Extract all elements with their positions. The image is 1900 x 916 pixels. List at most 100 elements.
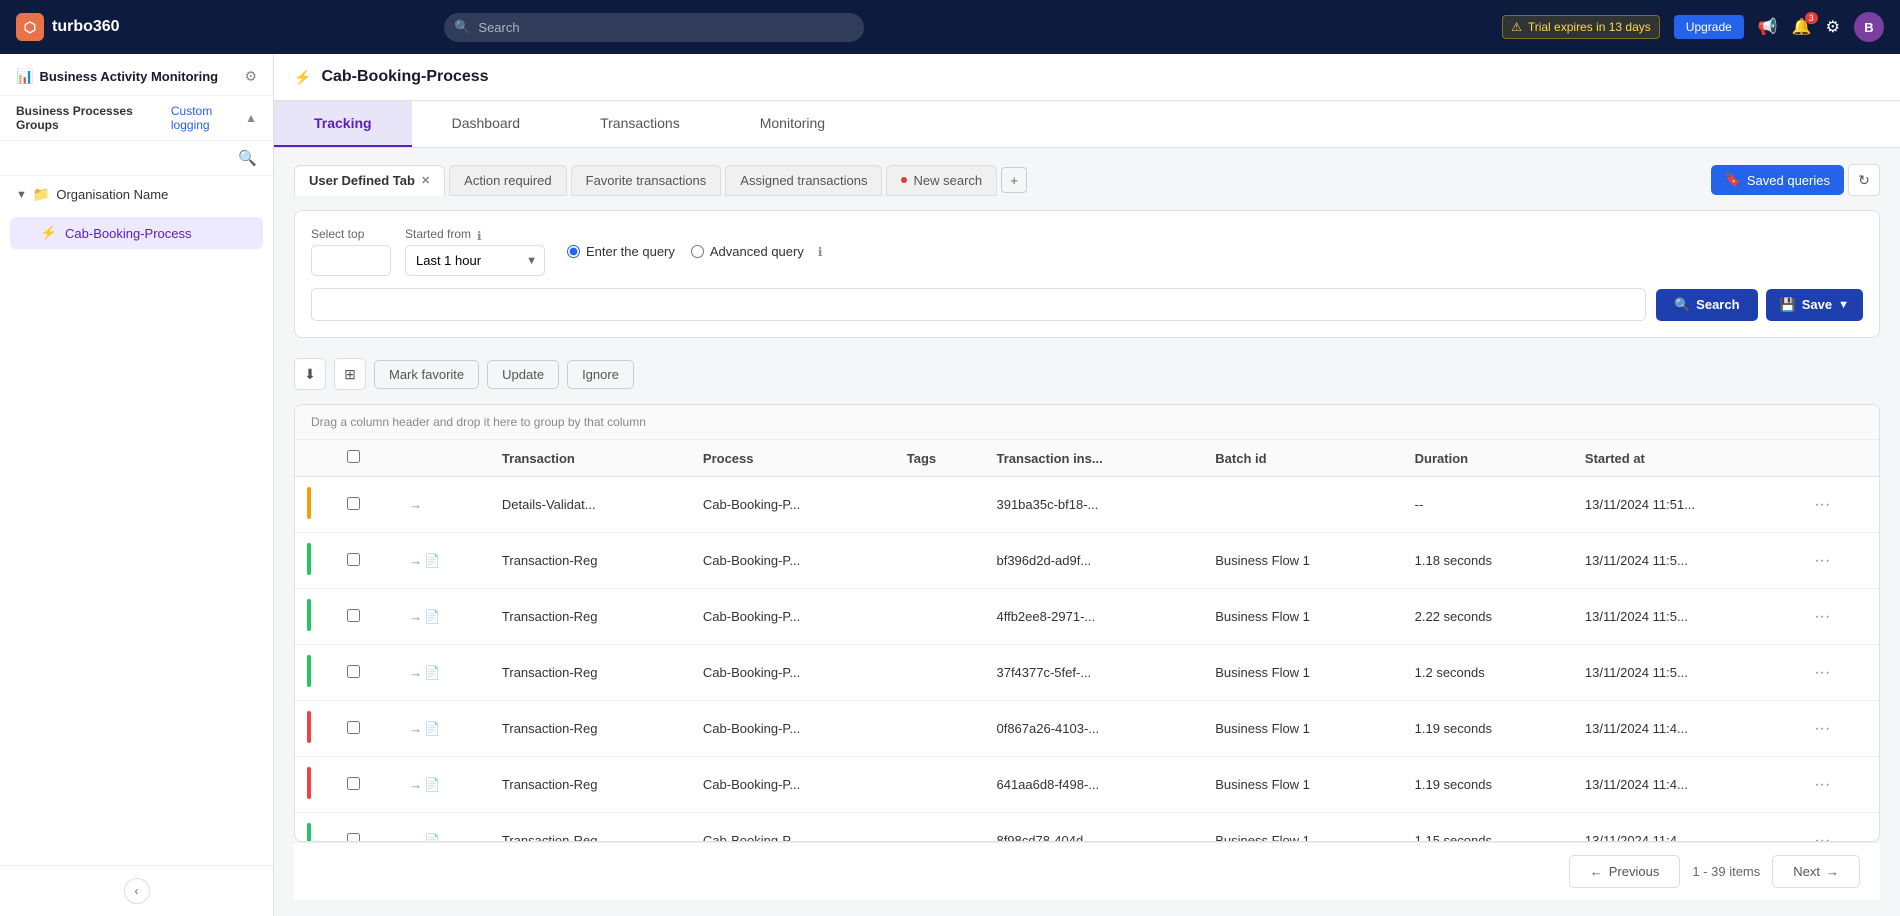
row-ellipsis-button[interactable]: ··· [1810, 776, 1834, 794]
row-ellipsis-button[interactable]: ··· [1810, 832, 1834, 842]
download-icon-button[interactable]: ⬇ [294, 358, 326, 390]
sidebar-collapse-arrow[interactable]: ▲ [245, 111, 257, 125]
refresh-button[interactable]: ↻ [1848, 164, 1880, 196]
qtab-user-defined[interactable]: User Defined Tab ✕ [294, 165, 445, 196]
row-actions-cell: ··· [1798, 701, 1879, 757]
mark-favorite-button[interactable]: Mark favorite [374, 360, 479, 389]
select-top-input[interactable]: 1000 [311, 245, 391, 276]
tab-tracking[interactable]: Tracking [274, 101, 412, 147]
arrow-right-icon[interactable]: → [409, 665, 422, 680]
arrow-right-icon[interactable]: → [409, 721, 422, 736]
notifications-bell-icon[interactable]: 🔔 3 [1792, 17, 1812, 37]
saved-queries-button[interactable]: 🔖 Saved queries [1711, 165, 1844, 195]
arrow-right-icon[interactable]: → [409, 553, 422, 568]
qtab-assigned[interactable]: Assigned transactions [725, 165, 882, 196]
qtab-action-required[interactable]: Action required [449, 165, 566, 196]
arrow-right-icon[interactable]: → [409, 777, 422, 792]
col-transaction-ins[interactable]: Transaction ins... [984, 440, 1203, 477]
doc-icon[interactable]: 📄 [424, 721, 440, 736]
col-process[interactable]: Process [691, 440, 895, 477]
status-cell [295, 701, 335, 757]
advanced-query-radio[interactable] [691, 245, 704, 258]
search-row-top: Select top 1000 Started from ℹ Last 1 ho [311, 227, 1863, 276]
sidebar-org[interactable]: ▼ 📁 Organisation Name [0, 176, 273, 213]
process-icon: ⚡ [41, 225, 57, 241]
row-checkbox[interactable] [347, 609, 360, 622]
col-duration[interactable]: Duration [1403, 440, 1573, 477]
started-at-cell: 13/11/2024 11:4... [1573, 757, 1798, 813]
started-from-group: Started from ℹ Last 1 hour Last 3 hours … [405, 227, 545, 276]
tab-dashboard[interactable]: Dashboard [412, 101, 561, 147]
started-from-select[interactable]: Last 1 hour Last 3 hours Last 6 hours La… [405, 245, 545, 276]
content-area: User Defined Tab ✕ Action required Favor… [274, 148, 1900, 916]
next-button[interactable]: Next → [1772, 855, 1860, 888]
row-checkbox[interactable] [347, 721, 360, 734]
status-cell [295, 757, 335, 813]
row-checkbox[interactable] [347, 497, 360, 510]
query-input[interactable] [311, 288, 1646, 321]
col-started-at[interactable]: Started at [1573, 440, 1798, 477]
table-scroll[interactable]: Transaction Process Tags Transaction ins… [295, 440, 1879, 841]
ignore-button[interactable]: Ignore [567, 360, 634, 389]
settings-gear-icon[interactable]: ⚙ [1826, 17, 1840, 37]
query-info-icon: ℹ [818, 245, 823, 259]
col-tags[interactable]: Tags [895, 440, 985, 477]
batch-id-cell: Business Flow 1 [1203, 757, 1402, 813]
sidebar-title: 📊 Business Activity Monitoring [16, 68, 218, 85]
sidebar-link-groups[interactable]: Business Processes Groups [16, 104, 161, 132]
row-checkbox[interactable] [347, 777, 360, 790]
transaction-cell: Transaction-Reg [490, 813, 691, 842]
doc-icon[interactable]: 📄 [424, 609, 440, 624]
row-checkbox[interactable] [347, 665, 360, 678]
row-ellipsis-button[interactable]: ··· [1810, 720, 1834, 738]
global-search-input[interactable] [444, 13, 864, 42]
qtab-new-search[interactable]: New search [886, 165, 997, 196]
sidebar-collapse-button[interactable]: ‹ [124, 878, 150, 904]
row-checkbox[interactable] [347, 553, 360, 566]
columns-icon-button[interactable]: ⊞ [334, 358, 366, 390]
arrow-right-icon[interactable]: → [409, 497, 422, 512]
doc-icon[interactable]: 📄 [424, 665, 440, 680]
notifications-megaphone-icon[interactable]: 📢 [1758, 17, 1778, 37]
tags-cell [895, 701, 985, 757]
qtab-user-defined-close-icon[interactable]: ✕ [421, 174, 430, 187]
avatar[interactable]: B [1854, 12, 1884, 42]
update-button[interactable]: Update [487, 360, 559, 389]
doc-icon[interactable]: 📄 [424, 553, 440, 568]
col-batch-id[interactable]: Batch id [1203, 440, 1402, 477]
enter-query-radio-label[interactable]: Enter the query [567, 244, 675, 259]
row-ellipsis-button[interactable]: ··· [1810, 608, 1834, 626]
search-icon: 🔍 [454, 19, 470, 35]
select-all-checkbox[interactable] [347, 450, 360, 463]
row-ellipsis-button[interactable]: ··· [1810, 664, 1834, 682]
arrow-right-icon[interactable]: → [409, 609, 422, 624]
col-transaction[interactable]: Transaction [490, 440, 691, 477]
sidebar-process-item[interactable]: ⚡ Cab-Booking-Process [10, 217, 263, 249]
search-button[interactable]: 🔍 Search [1656, 289, 1758, 321]
row-ellipsis-button[interactable]: ··· [1810, 496, 1834, 514]
sidebar-settings-icon[interactable]: ⚙ [244, 68, 257, 85]
qtab-favorite[interactable]: Favorite transactions [571, 165, 722, 196]
arrow-right-icon[interactable]: → [409, 833, 422, 842]
app-body: 📊 Business Activity Monitoring ⚙ Busines… [0, 54, 1900, 916]
tab-monitoring[interactable]: Monitoring [720, 101, 865, 147]
tab-transactions-label: Transactions [600, 115, 680, 131]
sidebar-link-custom-logging[interactable]: Custom logging [171, 104, 245, 132]
sidebar-sub-nav: Business Processes Groups Custom logging… [0, 96, 273, 141]
previous-button[interactable]: ← Previous [1569, 855, 1681, 888]
enter-query-radio[interactable] [567, 245, 580, 258]
save-button[interactable]: 💾 Save ▼ [1766, 289, 1863, 321]
doc-icon[interactable]: 📄 [424, 777, 440, 792]
upgrade-button[interactable]: Upgrade [1674, 15, 1744, 39]
row-checkbox[interactable] [347, 833, 360, 842]
tab-transactions[interactable]: Transactions [560, 101, 720, 147]
next-arrow-icon: → [1826, 864, 1839, 879]
sidebar-search-icon[interactable]: 🔍 [238, 149, 257, 167]
batch-id-cell: Business Flow 1 [1203, 813, 1402, 842]
advanced-query-radio-label[interactable]: Advanced query [691, 244, 804, 259]
row-ellipsis-button[interactable]: ··· [1810, 552, 1834, 570]
doc-icon[interactable]: 📄 [424, 833, 440, 842]
saved-queries-label: Saved queries [1747, 173, 1830, 188]
add-query-tab-button[interactable]: + [1001, 167, 1027, 193]
search-action-buttons: 🔍 Search 💾 Save ▼ [1656, 289, 1863, 321]
